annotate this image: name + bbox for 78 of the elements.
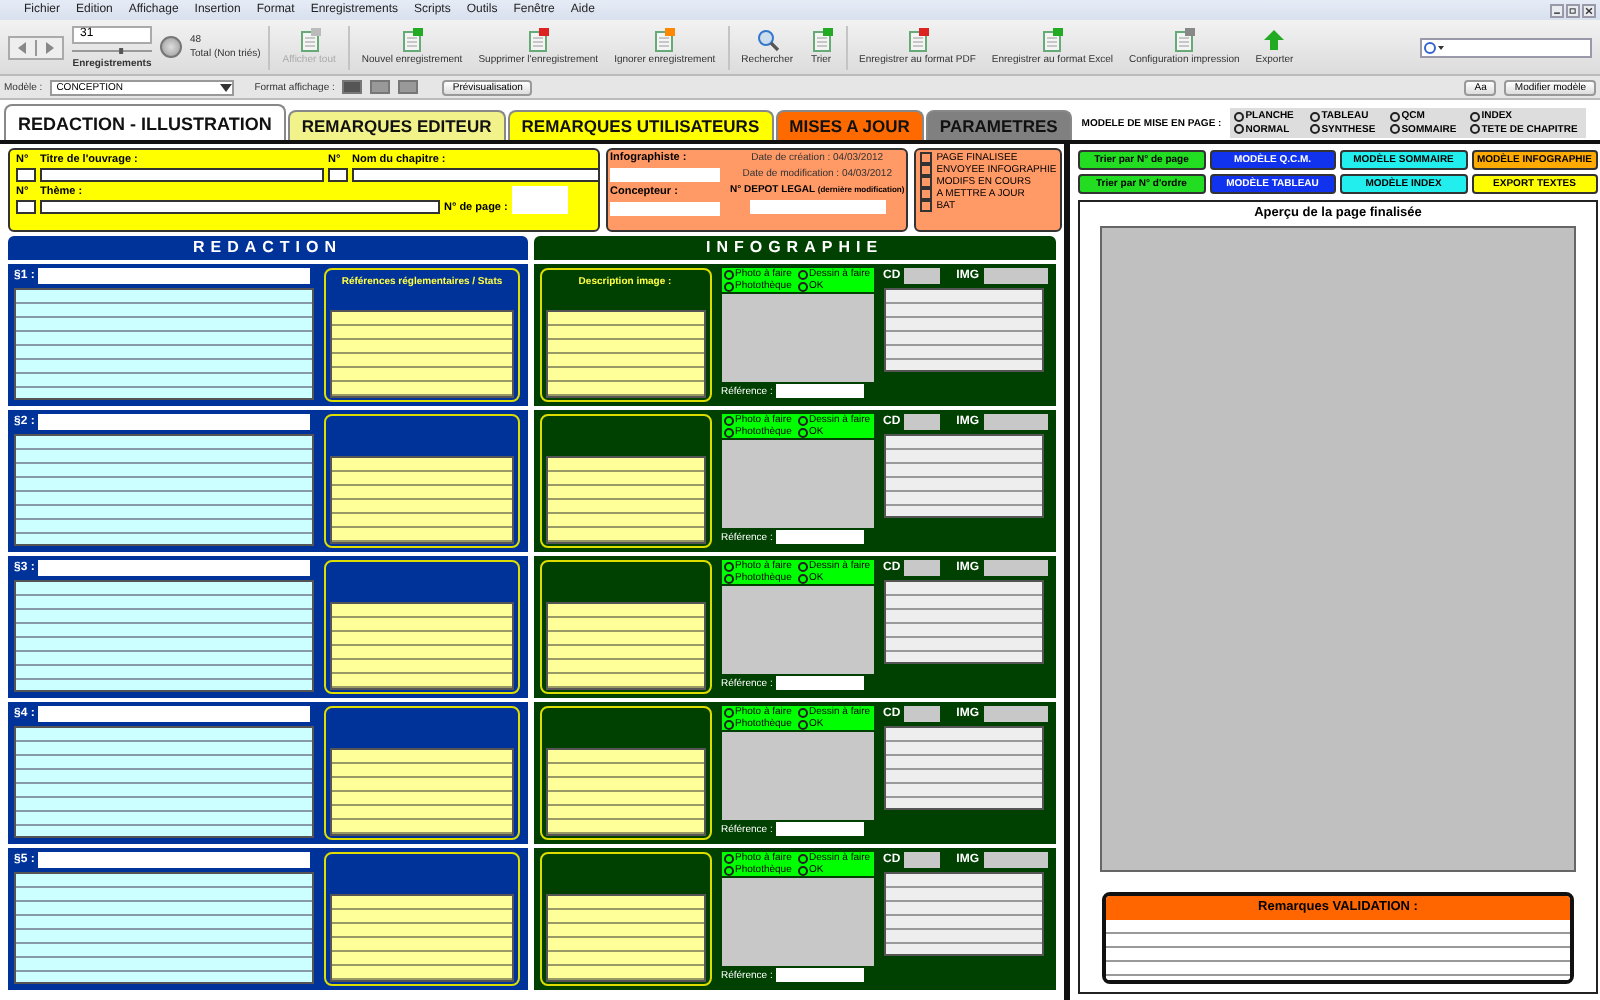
paragraph-text-field[interactable] <box>14 434 314 546</box>
record-slider[interactable] <box>72 47 152 53</box>
description-field[interactable] <box>545 456 705 544</box>
image-notes-field[interactable] <box>883 434 1043 518</box>
list-view-button[interactable] <box>370 80 391 94</box>
document-icon <box>526 28 551 52</box>
document-icon <box>1040 28 1065 52</box>
table-view-button[interactable] <box>398 80 419 94</box>
book-title-field[interactable] <box>40 168 324 182</box>
reference-field[interactable] <box>776 968 865 982</box>
paragraph-text-field[interactable] <box>14 872 314 984</box>
document-icon <box>809 28 834 52</box>
slider-thumb[interactable] <box>119 47 124 53</box>
document-icon <box>905 28 930 52</box>
cd-field[interactable] <box>904 268 941 284</box>
tab[interactable]: REMARQUES UTILISATEURS <box>507 110 774 140</box>
infographer-field[interactable] <box>610 168 720 182</box>
references-field[interactable] <box>330 748 514 836</box>
paragraph-title-field[interactable] <box>38 414 311 430</box>
image-notes-field[interactable] <box>883 288 1043 372</box>
image-notes-field[interactable] <box>883 726 1043 810</box>
search-icon[interactable] <box>1422 39 1446 55</box>
upload-arrow-icon <box>1262 28 1287 52</box>
paragraph-text-field[interactable] <box>14 726 314 838</box>
cd-field[interactable] <box>904 706 941 722</box>
img-field[interactable] <box>983 706 1048 722</box>
records-pie-icon <box>160 36 182 58</box>
paragraph-title-field[interactable] <box>38 268 311 284</box>
cd-field[interactable] <box>904 560 941 576</box>
restore-icon[interactable] <box>1566 3 1580 17</box>
references-field[interactable] <box>330 602 514 690</box>
img-field[interactable] <box>983 852 1048 868</box>
reference-field[interactable] <box>776 822 865 836</box>
cd-field[interactable] <box>904 414 941 430</box>
legal-deposit-field[interactable] <box>749 200 886 214</box>
image-notes-field[interactable] <box>883 872 1043 956</box>
img-field[interactable] <box>983 414 1048 430</box>
theme-field[interactable] <box>40 200 440 214</box>
cd-field[interactable] <box>904 852 941 868</box>
number-field[interactable] <box>328 168 348 182</box>
paragraph-title-field[interactable] <box>38 560 311 576</box>
paragraph-text-field[interactable] <box>14 580 314 692</box>
img-field[interactable] <box>983 560 1048 576</box>
references-field[interactable] <box>330 310 514 398</box>
paragraph-text-field[interactable] <box>14 288 314 400</box>
description-field[interactable] <box>545 894 705 982</box>
search-field[interactable] <box>1420 37 1592 57</box>
search-icon <box>755 28 780 52</box>
tab[interactable]: PARAMETRES <box>925 110 1072 140</box>
document-icon <box>400 28 425 52</box>
document-icon <box>1172 28 1197 52</box>
redaction-header: REDACTION <box>8 236 527 260</box>
description-field[interactable] <box>545 310 705 398</box>
minimize-icon[interactable] <box>1550 3 1564 17</box>
book-navigation-control[interactable] <box>8 35 64 59</box>
close-icon[interactable] <box>1582 3 1596 17</box>
chapter-field[interactable] <box>352 168 600 182</box>
designer-field[interactable] <box>610 202 720 216</box>
dropdown-caret-icon <box>220 83 233 91</box>
document-icon <box>652 28 677 52</box>
document-icon <box>297 28 322 52</box>
reference-field[interactable] <box>776 384 865 398</box>
img-field[interactable] <box>983 268 1048 284</box>
paragraph-title-field[interactable] <box>38 706 311 722</box>
tab[interactable]: MISES A JOUR <box>775 110 924 140</box>
references-field[interactable] <box>330 894 514 982</box>
infographie-header: INFOGRAPHIE <box>533 236 1056 260</box>
page-number-field[interactable] <box>511 186 568 214</box>
paragraph-title-field[interactable] <box>38 852 311 868</box>
description-field[interactable] <box>545 748 705 836</box>
image-notes-field[interactable] <box>883 580 1043 664</box>
reference-field[interactable] <box>776 676 865 690</box>
form-view-button[interactable] <box>342 80 363 94</box>
description-field[interactable] <box>545 602 705 690</box>
tab[interactable]: REMARQUES EDITEUR <box>287 110 506 140</box>
references-field[interactable] <box>330 456 514 544</box>
reference-field[interactable] <box>776 530 865 544</box>
tab[interactable]: REDACTION - ILLUSTRATION <box>4 104 286 140</box>
